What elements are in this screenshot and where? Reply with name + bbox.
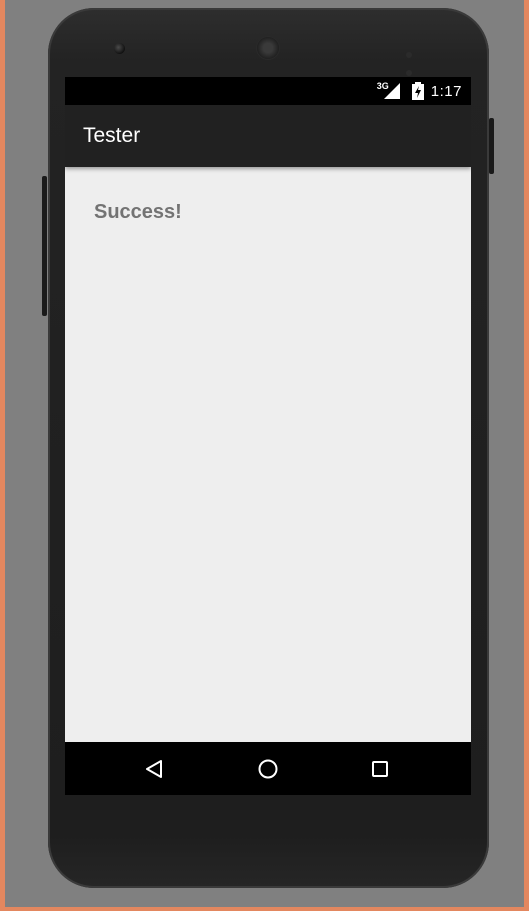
navigation-bar bbox=[65, 742, 471, 795]
cell-signal-icon: 3G bbox=[376, 81, 401, 100]
front-camera bbox=[114, 43, 125, 54]
network-type-label: 3G bbox=[376, 81, 389, 91]
home-button[interactable] bbox=[238, 742, 298, 795]
device-screen: 3G 1:17 Tester Success! bbox=[65, 77, 471, 795]
status-icons: 3G 1:17 bbox=[377, 77, 462, 105]
status-clock: 1:17 bbox=[430, 82, 462, 100]
proximity-sensors bbox=[406, 45, 426, 76]
recents-button[interactable] bbox=[350, 742, 410, 795]
home-circle-icon bbox=[258, 759, 278, 778]
status-bar: 3G 1:17 bbox=[65, 77, 471, 105]
recents-square-icon bbox=[372, 760, 388, 777]
action-bar: Tester bbox=[65, 105, 471, 167]
back-triangle-icon bbox=[146, 759, 162, 778]
success-message: Success! bbox=[94, 201, 182, 223]
back-button[interactable] bbox=[124, 742, 184, 795]
app-title: Tester bbox=[83, 124, 141, 147]
main-content: Success! bbox=[65, 167, 471, 742]
battery-charging-icon bbox=[411, 82, 424, 100]
power-button[interactable] bbox=[489, 118, 494, 174]
volume-button[interactable] bbox=[42, 176, 47, 316]
earpiece-speaker bbox=[257, 37, 279, 59]
